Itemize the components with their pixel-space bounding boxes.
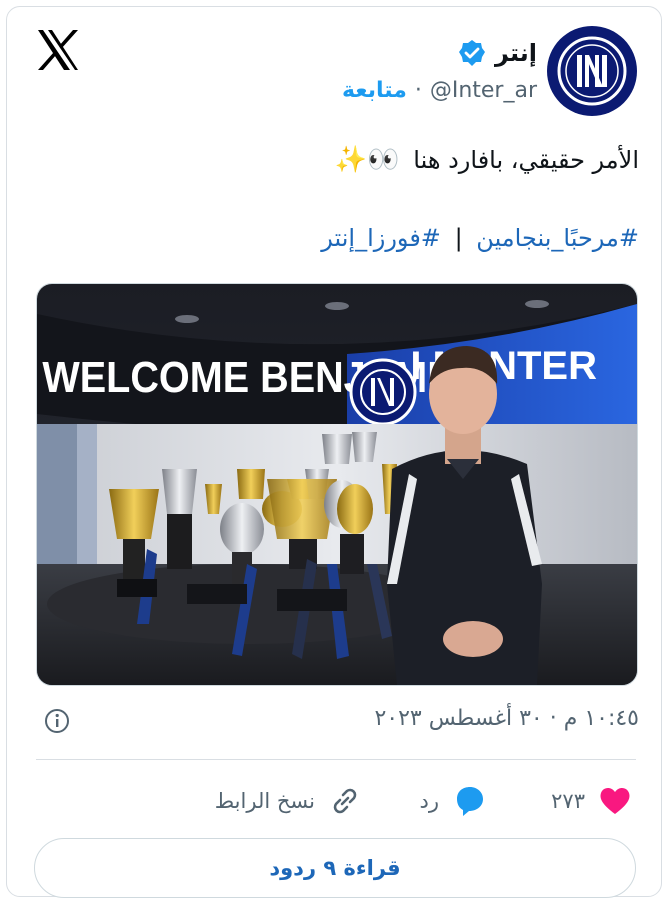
reply-button[interactable]: رد (420, 783, 488, 819)
account-name-row: إنتر (457, 38, 537, 68)
like-count: ٢٧٣ (551, 789, 585, 813)
heart-icon (600, 787, 630, 814)
account-handle[interactable]: @Inter_ar (430, 78, 537, 103)
separator: · (414, 78, 422, 103)
avatar[interactable] (547, 26, 637, 116)
tweet-text-body: الأمر حقيقي، بافارد هنا (413, 146, 639, 174)
account-name[interactable]: إنتر (495, 39, 537, 67)
hashtags: #مرحبًا_بنجامين | #فورزا_إنتر (321, 224, 639, 252)
handle-row: @Inter_ar · متابعة (342, 78, 537, 103)
photo-scene: WELCOME BENJAMIN I M INTER (37, 284, 637, 685)
inter-logo-icon (548, 27, 636, 115)
reply-label: رد (419, 789, 440, 813)
hashtag-separator: | (454, 224, 463, 252)
tweet-emoji: 👀✨ (334, 145, 400, 175)
verified-badge-icon (459, 40, 486, 66)
follow-button[interactable]: متابعة (342, 78, 407, 103)
hashtag-link-forza[interactable]: #فورزا_إنتر (321, 224, 441, 252)
read-replies-button[interactable]: قراءة ٩ ردود (34, 838, 636, 898)
copy-link-label: نسخ الرابط (214, 789, 315, 813)
tweet-text: الأمر حقيقي، بافارد هنا 👀✨ (335, 145, 639, 175)
info-icon[interactable] (44, 708, 70, 734)
reply-bubble-icon (457, 787, 483, 816)
link-icon (333, 788, 357, 814)
tweet-timestamp[interactable]: ١٠:٤٥ م · ٣٠ أغسطس ٢٠٢٣ (374, 706, 639, 731)
divider (36, 759, 636, 760)
tweet-photo[interactable]: WELCOME BENJAMIN I M INTER (36, 283, 638, 686)
hashtag-link-welcome[interactable]: #مرحبًا_بنجامين (476, 224, 639, 252)
copy-link-button[interactable]: نسخ الرابط (215, 783, 363, 819)
x-logo-icon[interactable] (34, 26, 82, 74)
like-button[interactable]: ٢٧٣ (551, 783, 633, 819)
